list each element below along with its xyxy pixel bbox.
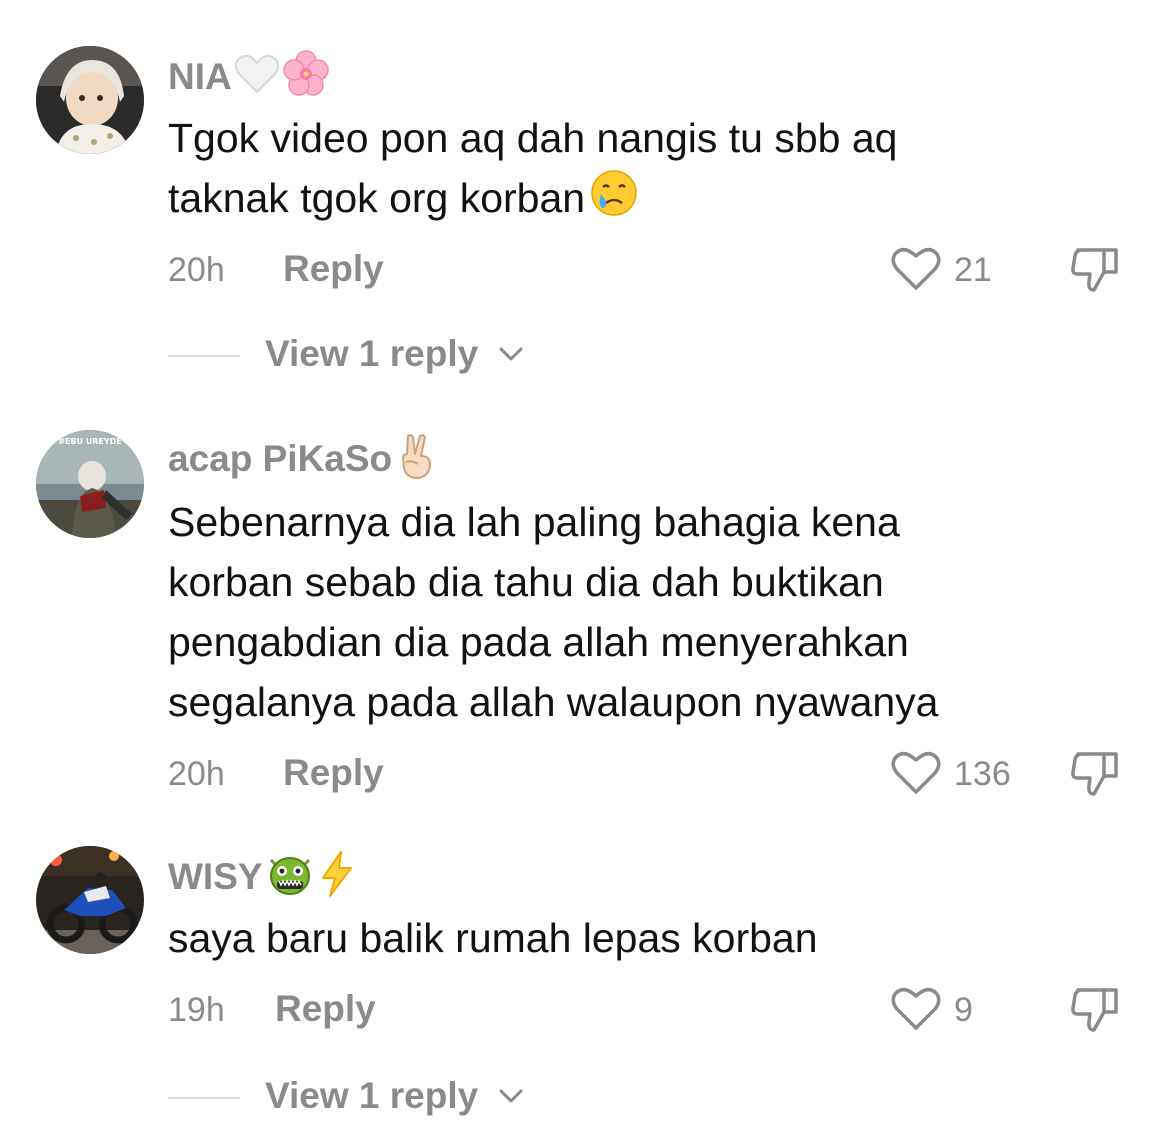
heart-outline-icon <box>890 748 942 803</box>
dislike-button[interactable] <box>1068 748 1124 805</box>
username[interactable]: WISY <box>168 850 357 897</box>
cherry-blossom-emoji <box>282 50 330 108</box>
reply-button[interactable]: Reply <box>283 248 384 290</box>
chevron-down-icon <box>498 344 524 369</box>
comment-meta: 20h Reply 136 <box>168 748 1128 800</box>
like-count: 136 <box>954 755 1011 793</box>
high-voltage-emoji <box>317 850 357 908</box>
comment-meta: 20h Reply 21 <box>168 244 1128 296</box>
victory-hand-emoji <box>394 432 438 490</box>
username[interactable]: acap PiKaSo <box>168 432 438 479</box>
heart-outline-icon <box>890 984 942 1039</box>
thumbs-down-icon <box>1068 248 1124 300</box>
dislike-button[interactable] <box>1068 244 1124 301</box>
white-heart-emoji <box>234 54 280 104</box>
dragon-face-emoji <box>265 850 315 908</box>
view-replies-button[interactable]: View 1 reply <box>168 1072 548 1122</box>
avatar[interactable] <box>36 846 144 954</box>
crying-face-emoji <box>588 168 640 234</box>
username[interactable]: NIA <box>168 50 330 97</box>
avatar[interactable] <box>36 46 144 154</box>
dislike-button[interactable] <box>1068 984 1124 1041</box>
timestamp: 19h <box>168 991 225 1029</box>
divider <box>168 1097 240 1099</box>
comment-line: segalanya pada allah walaupon nyawanya <box>168 679 939 725</box>
thumbs-down-icon <box>1068 988 1124 1040</box>
timestamp: 20h <box>168 755 225 793</box>
comment-line: taknak tgok org korban <box>168 175 586 221</box>
thumbs-down-icon <box>1068 752 1124 804</box>
heart-outline-icon <box>890 244 942 299</box>
timestamp: 20h <box>168 251 225 289</box>
comment-text: Tgok video pon aq dah nangis tu sbb aq t… <box>168 108 1128 234</box>
comment-line: pengabdian dia pada allah menyerahkan <box>168 619 909 665</box>
avatar[interactable]: #EBU UREYDE <box>36 430 144 538</box>
username-text: acap PiKaSo <box>168 437 393 479</box>
divider <box>168 355 240 357</box>
like-count: 9 <box>954 991 973 1029</box>
username-text: WISY <box>168 855 263 897</box>
comment-text: saya baru balik rumah lepas korban <box>168 908 1128 968</box>
view-replies-button[interactable]: View 1 reply <box>168 330 548 380</box>
comment-text: Sebenarnya dia lah paling bahagia kena k… <box>168 492 1128 732</box>
like-count: 21 <box>954 251 992 289</box>
avatar-caption: #EBU UREYDE <box>58 437 122 446</box>
reply-button[interactable]: Reply <box>283 752 384 794</box>
comment-line: saya baru balik rumah lepas korban <box>168 915 818 961</box>
comment-line: Sebenarnya dia lah paling bahagia kena <box>168 499 900 545</box>
view-replies-label: View 1 reply <box>265 333 479 374</box>
chevron-down-icon <box>498 1086 524 1111</box>
comment-meta: 19h Reply 9 <box>168 984 1128 1036</box>
comment-line: Tgok video pon aq dah nangis tu sbb aq <box>168 115 898 161</box>
comment-line: korban sebab dia tahu dia dah buktikan <box>168 559 884 605</box>
view-replies-label: View 1 reply <box>265 1075 479 1116</box>
reply-button[interactable]: Reply <box>275 988 376 1030</box>
username-text: NIA <box>168 55 232 97</box>
